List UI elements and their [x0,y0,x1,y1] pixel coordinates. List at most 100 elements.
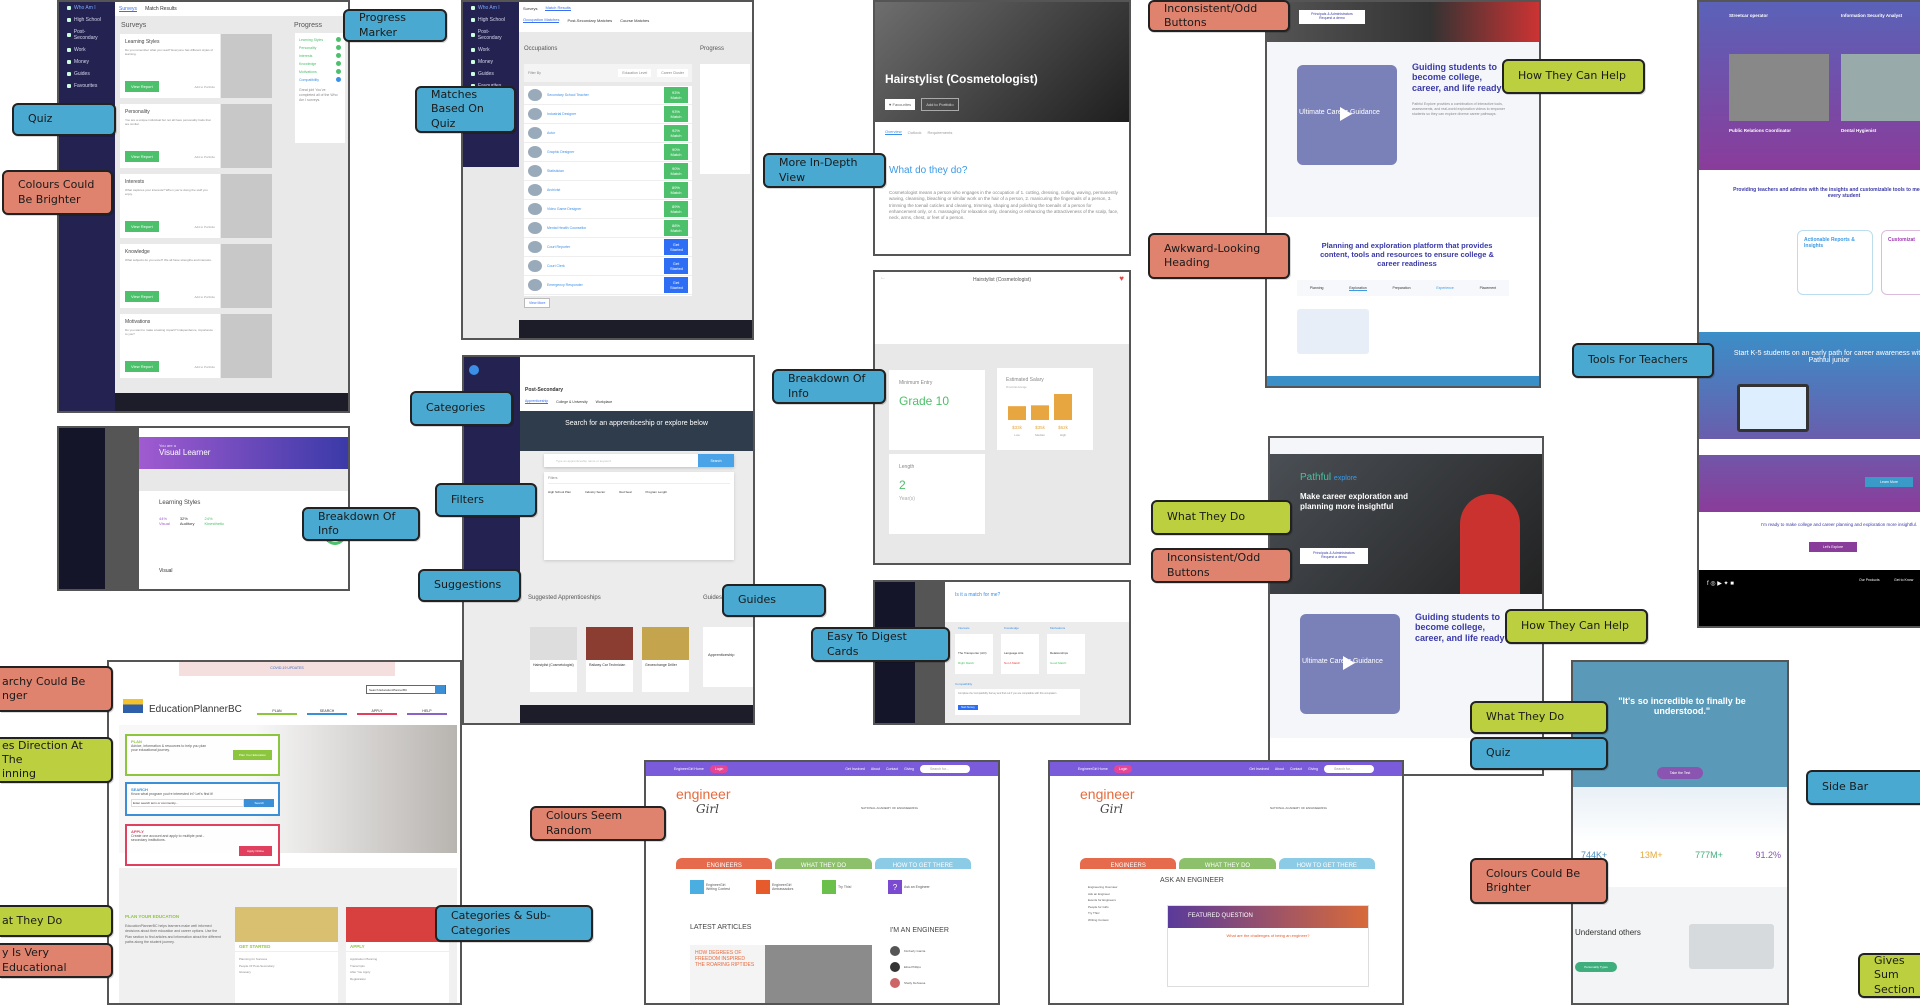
occupation-name[interactable]: Secondary School Teacher [547,93,664,97]
guide-card[interactable]: Apprenticeship [703,627,753,687]
back-arrow-icon[interactable]: ← [880,275,886,281]
nav-link[interactable]: Get Involved [845,767,865,771]
filter-column[interactable]: Industry Sector [585,490,605,494]
sidebar-item[interactable]: Who Am I [463,2,519,14]
link[interactable]: Planning for Success [239,956,334,963]
occupation-row[interactable]: Archivist 89% Match [524,181,692,200]
add-portfolio-link[interactable]: Add to Portfolio [194,155,215,159]
tab-how-to-get-there[interactable]: HOW TO GET THERE [1278,857,1375,869]
match-badge[interactable]: 90% Match [664,163,688,179]
tab-apprenticeship[interactable]: Apprenticeship [525,399,549,404]
occupation-name[interactable]: Court Clerk [547,264,664,268]
link[interactable]: Glossary [239,969,334,976]
link[interactable]: Application Planning [350,956,445,963]
subtab-course[interactable]: Course Matches [620,18,649,23]
play-icon[interactable] [1340,107,1352,121]
sidebar-item[interactable]: Favourites [59,80,115,92]
occupation-name[interactable]: Archivist [547,188,664,192]
search-input[interactable]: Search for... [1324,765,1374,773]
site-search-input[interactable]: Search EducationPlannerBC [367,688,435,692]
tab-preparation[interactable]: Preparation [1392,286,1410,290]
view-report-button[interactable]: View Report [125,81,159,92]
side-link[interactable]: People for Girls [1088,904,1138,911]
tab-surveys[interactable]: Surveys [119,6,138,12]
filter-column[interactable]: Program Length [646,490,668,494]
occupation-name[interactable]: Emergency Responder [547,283,664,287]
link[interactable]: People Of Post-Secondary [239,963,334,970]
tab-placement[interactable]: Placement [1480,286,1497,290]
tab-experience[interactable]: Experience [1436,286,1454,290]
nav-link[interactable]: Contact [1290,767,1302,771]
occupation-row[interactable]: Mental Health Counsellor 88% Match [524,219,692,238]
link[interactable]: After You Apply [350,969,445,976]
view-report-button[interactable]: View Report [125,291,159,302]
occupation-row[interactable]: Industrial Designer 93% Match [524,105,692,124]
side-link[interactable]: Ask an Engineer [1088,891,1138,898]
nav-link[interactable]: Giving [904,767,914,771]
tab-engineers[interactable]: ENGINEERS [1080,857,1177,869]
match-badge[interactable]: 93% Match [664,106,688,122]
favourites-button[interactable]: ♥ Favourites [885,99,916,110]
video-thumbnail[interactable] [1841,54,1920,121]
filter-column[interactable]: High School Plan [548,490,571,494]
play-icon[interactable] [1343,656,1355,670]
feature-link[interactable]: EngineerGirl Ambassadors [756,880,802,894]
occupation-row[interactable]: Actor 92% Match [524,124,692,143]
match-badge[interactable]: 93% Match [664,87,688,103]
feature-link[interactable]: ? Ask an Engineer [888,880,934,894]
sidebar-item[interactable]: Guides [463,68,519,80]
demo-button[interactable]: Principals & Administrators Request a dem… [1299,10,1365,24]
occupation-row[interactable]: Emergency Responder Get Started [524,276,692,295]
feature-link[interactable]: Try This! [822,880,868,894]
sidebar-item[interactable]: Money [59,56,115,68]
occupation-name[interactable]: Mental Health Counsellor [547,226,664,230]
heart-icon[interactable]: ♥ [1119,274,1124,283]
match-badge[interactable]: 89% Match [664,201,688,217]
home-link[interactable]: EngineerGirl Home [674,767,704,771]
video-thumbnail[interactable]: Ultimate Career Guidance [1300,614,1400,714]
tab-college[interactable]: College & University [556,400,588,404]
take-test-button[interactable]: Take the Test [1657,767,1703,779]
sidebar-item[interactable]: Post-Secondary [463,26,519,44]
filter-column[interactable]: Red Seal [619,490,631,494]
match-badge[interactable]: 90% Match [664,144,688,160]
personality-types-button[interactable]: Personality Types [1575,962,1617,972]
add-portfolio-button[interactable]: Add to Portfolio [921,98,959,111]
occupation-name[interactable]: Statistician [547,169,664,173]
occupation-row[interactable]: Statistician 90% Match [524,162,692,181]
tab-how-to-get-there[interactable]: HOW TO GET THERE [874,857,971,869]
occupation-name[interactable]: Court Reporter [547,245,664,249]
login-button[interactable]: Login [709,765,729,773]
add-portfolio-link[interactable]: Add to Portfolio [194,295,215,299]
start-survey-button[interactable]: Start Survey [958,705,978,710]
nav-link[interactable]: Get Involved [1249,767,1269,771]
view-report-button[interactable]: View Report [125,151,159,162]
apply-button[interactable]: Apply Online [238,846,272,856]
tab-requirements[interactable]: Requirements [927,130,952,135]
login-button[interactable]: Login [1113,765,1133,773]
feature-link[interactable]: EngineerGirl Writing Contest [690,880,736,894]
occupation-row[interactable]: Court Clerk Get Started [524,257,692,276]
add-portfolio-link[interactable]: Add to Portfolio [194,225,215,229]
nav-link[interactable]: Contact [886,767,898,771]
get-started-button[interactable]: Get Started [664,239,688,255]
side-link[interactable]: Events for Engineers [1088,897,1138,904]
occupation-row[interactable]: Video Game Designer 89% Match [524,200,692,219]
match-badge[interactable]: 89% Match [664,182,688,198]
view-more-button[interactable]: View More [524,298,551,308]
view-report-button[interactable]: View Report [125,221,159,232]
link[interactable]: Transcripts [350,963,445,970]
lets-explore-button[interactable]: Let's Explore [1809,542,1857,552]
occupation-name[interactable]: Actor [547,131,664,135]
apprenticeship-card[interactable]: Hairstylist (Cosmetologist) [530,627,577,692]
engineer-profile[interactable]: Elisa Phillips [890,962,925,972]
sidebar-item[interactable]: High School [59,14,115,26]
nav-link[interactable]: About [871,767,880,771]
demo-button[interactable]: Principals & Administrators Request a dem… [1300,548,1368,564]
apprenticeship-card[interactable]: Railway Car Technician [586,627,633,692]
get-started-button[interactable]: Get Started [664,277,688,293]
match-badge[interactable]: 92% Match [664,125,688,141]
occupation-row[interactable]: Secondary School Teacher 93% Match [524,86,692,105]
tab-planning[interactable]: Planning [1310,286,1324,290]
tab-match-results[interactable]: Match Results [145,6,177,12]
